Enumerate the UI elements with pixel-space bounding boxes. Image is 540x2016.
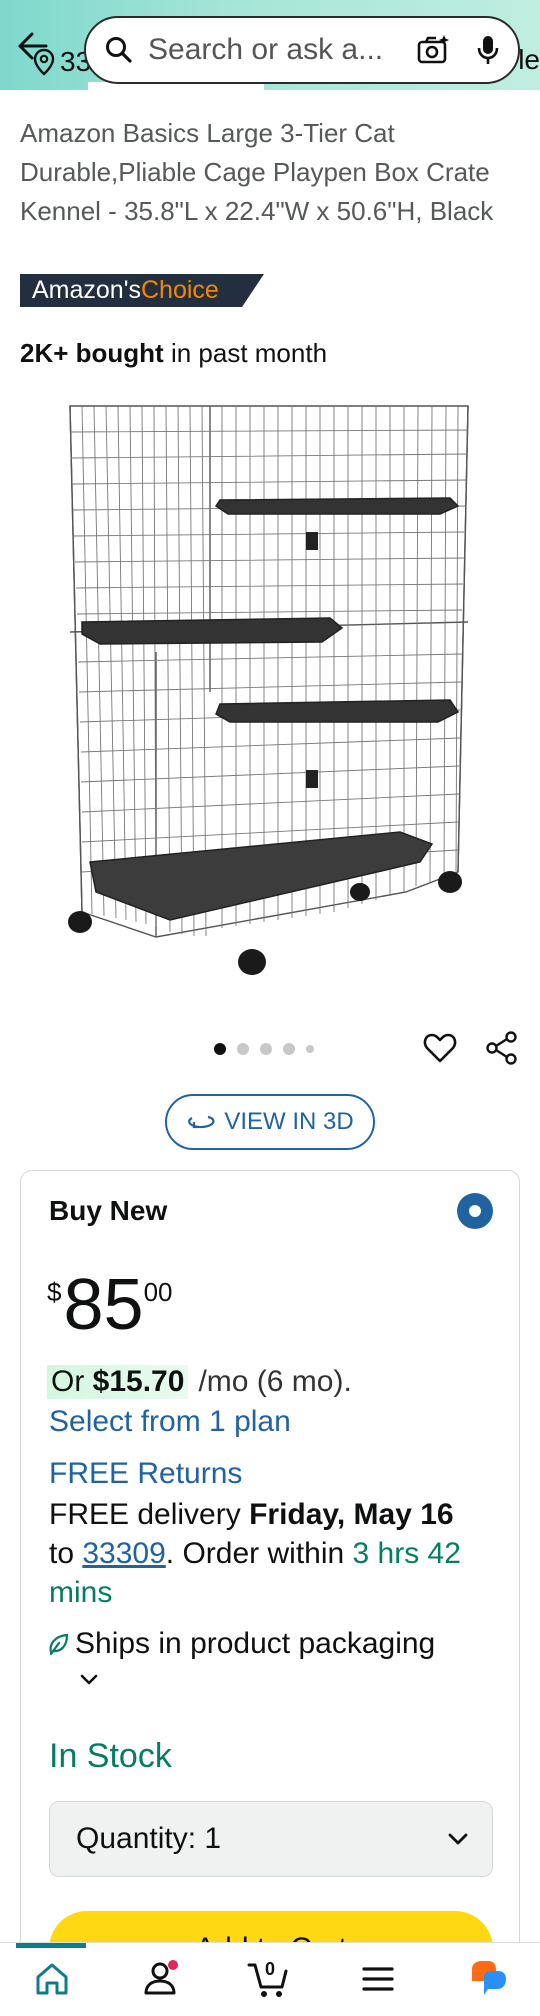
cart-count: 0 xyxy=(265,1959,276,1979)
home-icon[interactable] xyxy=(30,1957,74,2001)
buy-new-heading: Buy New xyxy=(49,1195,168,1226)
search-icon xyxy=(106,37,132,63)
location-peek[interactable]: 33 xyxy=(32,46,91,78)
buy-box: Buy New $ 85 00 Or $15.70 /mo (6 mo). Se… xyxy=(20,1170,520,2016)
carousel-dot-5[interactable] xyxy=(306,1045,314,1053)
delivery-prefix: FREE delivery xyxy=(49,1498,250,1531)
ships-label: Ships in product packaging xyxy=(75,1627,436,1660)
account-icon[interactable] xyxy=(138,1957,182,2001)
view-in-3d-label: VIEW IN 3D xyxy=(224,1108,354,1135)
bought-bold: 2K+ bought xyxy=(20,338,164,368)
buy-new-radio[interactable] xyxy=(457,1193,493,1229)
heart-icon[interactable] xyxy=(422,1030,458,1066)
image-carousel-dots[interactable] xyxy=(214,1043,314,1055)
view-in-3d-button[interactable]: VIEW IN 3D xyxy=(165,1094,375,1150)
product-image[interactable] xyxy=(60,392,480,992)
select-plan-link[interactable]: Select from 1 plan xyxy=(49,1405,291,1439)
quantity-label: Quantity: 1 xyxy=(76,1822,222,1855)
camera-icon[interactable] xyxy=(416,34,450,66)
delivery-date: Friday, May 16 xyxy=(249,1498,454,1531)
delivery-zip-link[interactable]: 33309 xyxy=(82,1537,165,1570)
rufus-icon[interactable] xyxy=(466,1957,510,2001)
chevron-down-icon[interactable] xyxy=(79,1673,99,1687)
stock-status: In Stock xyxy=(49,1737,172,1775)
badge-suffix: Choice xyxy=(140,276,219,304)
free-returns-link[interactable]: FREE Returns xyxy=(49,1457,242,1491)
chevron-down-icon xyxy=(448,1833,468,1845)
carousel-dot-3[interactable] xyxy=(260,1043,272,1055)
carousel-dot-1[interactable] xyxy=(214,1043,226,1055)
badge-prefix: Amazon's xyxy=(32,276,141,304)
search-bar[interactable]: Search or ask a... xyxy=(84,16,520,84)
delivery-info: FREE delivery Friday, May 16 to 33309. O… xyxy=(49,1495,499,1612)
search-input[interactable]: Search or ask a... xyxy=(148,33,416,67)
delivery-to: to xyxy=(49,1537,83,1570)
product-title[interactable]: Amazon Basics Large 3-Tier Cat Durable,P… xyxy=(20,114,525,231)
monthly-or: Or xyxy=(51,1365,93,1398)
microphone-icon[interactable] xyxy=(476,34,500,66)
header-bar: 33 le Search or ask a... xyxy=(0,0,540,90)
monthly-payment: Or $15.70 /mo (6 mo). xyxy=(47,1365,352,1399)
ships-in-packaging[interactable]: Ships in product packaging xyxy=(47,1627,435,1661)
amazons-choice-badge: Amazon'sChoice xyxy=(20,274,264,307)
monthly-highlight: Or $15.70 xyxy=(47,1365,189,1399)
order-within: . Order within xyxy=(165,1537,353,1570)
bottom-navigation: 0 xyxy=(0,1942,540,2016)
menu-icon[interactable] xyxy=(356,1957,400,2001)
carousel-dot-4[interactable] xyxy=(283,1043,295,1055)
header-right-peek: le xyxy=(518,44,540,75)
price: $ 85 00 xyxy=(47,1267,172,1343)
bought-count: 2K+ bought in past month xyxy=(20,338,327,369)
product-page: 33 le Search or ask a... Amazon Basics L… xyxy=(0,0,540,2016)
monthly-term: /mo (6 mo). xyxy=(198,1365,352,1398)
cart-button[interactable]: 0 xyxy=(246,1957,290,2001)
price-fraction: 00 xyxy=(143,1277,173,1307)
price-symbol: $ xyxy=(47,1277,62,1307)
carousel-dot-2[interactable] xyxy=(237,1043,249,1055)
active-tab-indicator xyxy=(16,1943,86,1948)
monthly-amount: $15.70 xyxy=(92,1365,185,1398)
quantity-select[interactable]: Quantity: 1 xyxy=(49,1801,493,1877)
price-whole: 85 xyxy=(63,1265,144,1345)
bought-rest: in past month xyxy=(163,338,328,368)
share-icon[interactable] xyxy=(484,1030,520,1066)
location-pin-icon xyxy=(33,48,55,76)
leaf-icon xyxy=(49,1633,69,1656)
rotate-3d-icon xyxy=(188,1115,215,1129)
